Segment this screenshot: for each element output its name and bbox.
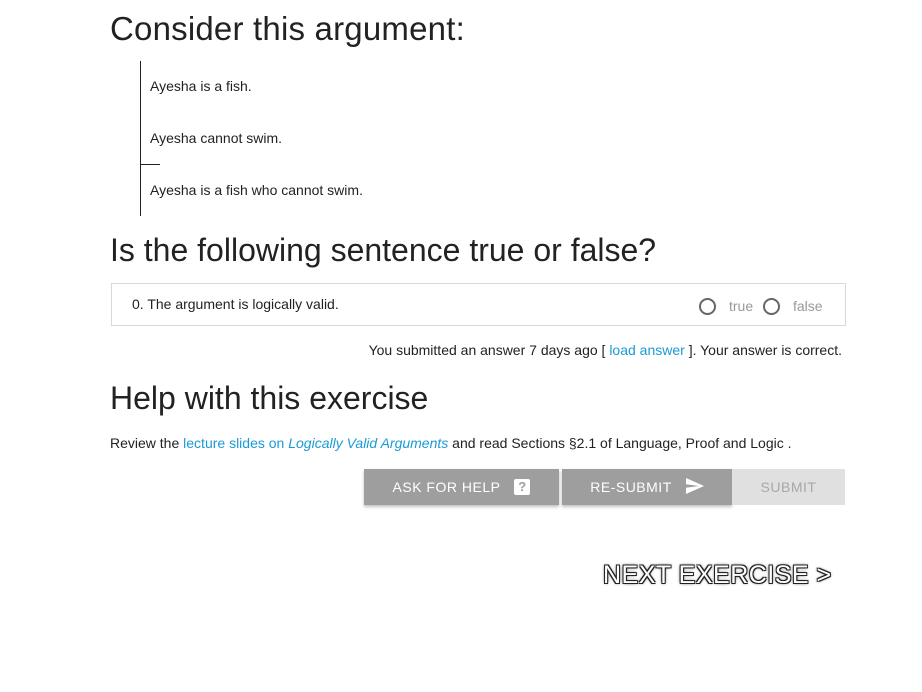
radio-true[interactable] xyxy=(699,298,716,315)
question-mark-icon: ? xyxy=(514,479,531,495)
resubmit-label: RE-SUBMIT xyxy=(590,479,672,495)
question-statement: 0. The argument is logically valid. xyxy=(132,296,339,312)
review-text: Review the lecture slides on Logically V… xyxy=(110,435,792,451)
lecture-slides-link-prefix: lecture slides on xyxy=(183,435,285,451)
lecture-slides-link[interactable]: lecture slides on Logically Valid Argume… xyxy=(183,435,448,451)
fitch-bar xyxy=(140,164,160,165)
review-prefix: Review the xyxy=(110,435,180,451)
fitch-proof: Ayesha is a fish. Ayesha cannot swim. Ay… xyxy=(140,61,540,216)
premise-1: Ayesha is a fish. xyxy=(150,78,252,94)
fitch-vertical-bar xyxy=(140,61,141,216)
submission-prefix: You submitted an answer 7 days ago [ xyxy=(368,342,606,358)
submit-button: SUBMIT xyxy=(732,469,845,505)
radio-false[interactable] xyxy=(763,298,780,315)
exercise-page: Consider this argument: Ayesha is a fish… xyxy=(0,0,922,692)
resubmit-button[interactable]: RE-SUBMIT xyxy=(562,469,732,505)
argument-heading: Consider this argument: xyxy=(110,10,465,47)
premise-2: Ayesha cannot swim. xyxy=(150,130,283,146)
send-icon xyxy=(685,477,704,497)
submission-status: You submitted an answer 7 days ago [ loa… xyxy=(369,342,842,358)
next-exercise-link[interactable]: NEXT EXERCISE > xyxy=(603,561,832,590)
question-heading: Is the following sentence true or false? xyxy=(110,232,657,268)
conclusion: Ayesha is a fish who cannot swim. xyxy=(150,182,363,198)
radio-true-label[interactable]: true xyxy=(729,298,753,314)
ask-for-help-label: ASK FOR HELP xyxy=(392,479,501,495)
lecture-slides-link-title: Logically Valid Arguments xyxy=(288,435,449,451)
load-answer-link[interactable]: load answer xyxy=(609,342,685,358)
help-heading: Help with this exercise xyxy=(110,380,429,416)
ask-for-help-button[interactable]: ASK FOR HELP ? xyxy=(364,469,559,505)
radio-false-label[interactable]: false xyxy=(793,298,823,314)
review-suffix: and read Sections §2.1 of Language, Proo… xyxy=(452,435,792,451)
true-false-question: 0. The argument is logically valid. true… xyxy=(111,283,846,326)
submission-suffix: ]. Your answer is correct. xyxy=(688,342,842,358)
